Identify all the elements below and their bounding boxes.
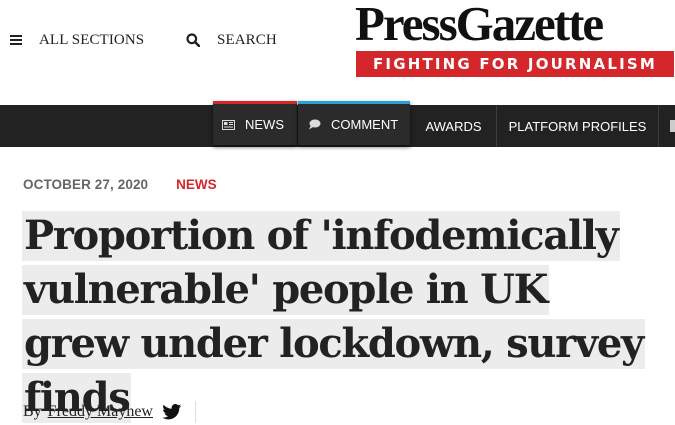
nav-item-awards[interactable]: AWARDS (411, 105, 497, 147)
nav-label-comment: COMMENT (331, 117, 399, 132)
site-header: ALL SECTIONS SEARCH PressGazette FIGHTIN… (0, 0, 675, 105)
nav-label-platform-profiles: PLATFORM PROFILES (508, 118, 647, 134)
nav-label-news: NEWS (245, 117, 284, 132)
hamburger-icon (10, 35, 22, 45)
press-gazette-logo[interactable]: PressGazette FIGHTING FOR JOURNALISM (355, 0, 675, 80)
headline-text: Proportion of 'infodemically vulnerable'… (22, 211, 645, 423)
search-label: SEARCH (217, 31, 277, 48)
nav-item-overflow[interactable] (660, 105, 675, 147)
byline-prefix: By (23, 403, 42, 420)
article-headline: Proportion of 'infodemically vulnerable'… (22, 209, 662, 425)
nav-item-news[interactable]: NEWS (213, 101, 297, 145)
article-category-link[interactable]: NEWS (176, 177, 217, 192)
logo-wordmark: PressGazette (355, 0, 604, 51)
article-date: OCTOBER 27, 2020 (23, 176, 149, 192)
twitter-icon[interactable] (162, 404, 182, 420)
main-nav: NEWS COMMENT AWARDS PLATFORM PROFILES (0, 101, 675, 147)
nav-overflow-stub (670, 120, 675, 132)
byline-divider (194, 401, 196, 423)
speech-bubble-icon (308, 119, 321, 130)
all-sections-button[interactable]: ALL SECTIONS (10, 30, 144, 50)
search-icon (186, 33, 200, 47)
search-button[interactable]: SEARCH (186, 30, 277, 50)
nav-item-platform-profiles[interactable]: PLATFORM PROFILES (497, 105, 659, 147)
all-sections-label: ALL SECTIONS (39, 31, 145, 48)
logo-tagline: FIGHTING FOR JOURNALISM (356, 51, 674, 77)
author-link[interactable]: Freddy Mayhew (48, 403, 153, 421)
byline: By Freddy Mayhew (23, 401, 196, 423)
nav-item-comment[interactable]: COMMENT (298, 101, 410, 145)
newspaper-icon (222, 119, 235, 130)
nav-label-awards: AWARDS (425, 118, 482, 134)
article-meta: OCTOBER 27, 2020 NEWS (23, 176, 217, 192)
